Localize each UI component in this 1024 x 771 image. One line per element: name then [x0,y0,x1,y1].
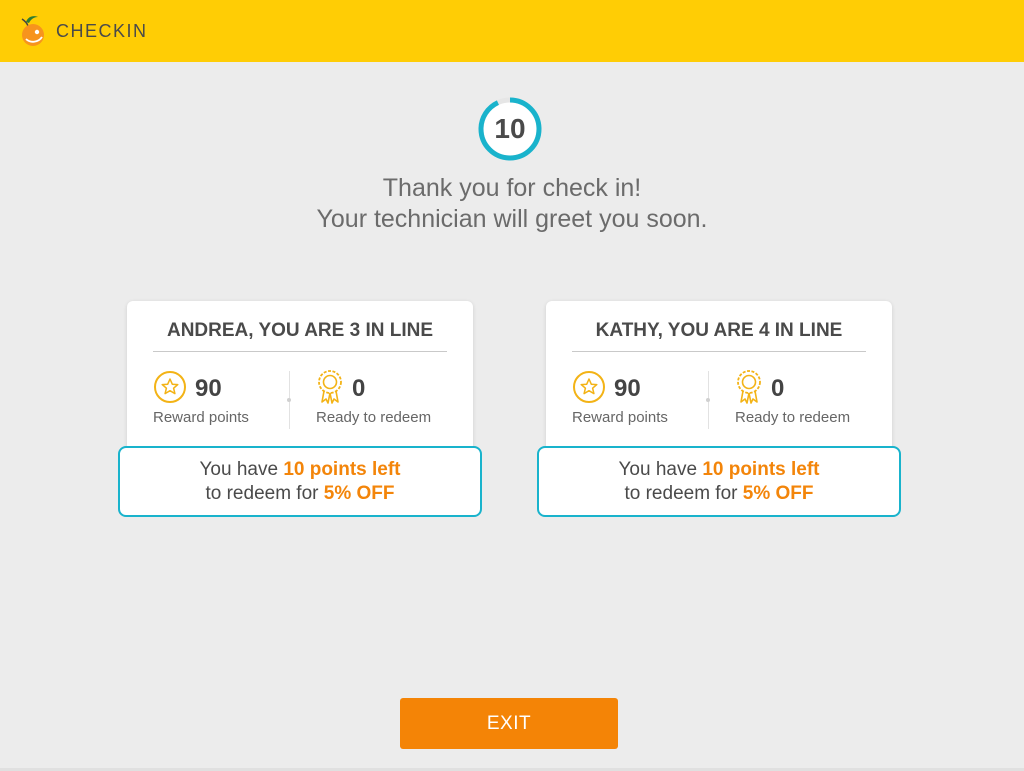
orange-fruit-icon [16,13,50,49]
discount-highlight: 5% OFF [323,483,395,504]
message-line-1: Thank you for check in! [382,174,642,202]
points-left-highlight: 10 points left [283,459,401,480]
star-badge-icon [153,370,187,409]
promo-line-2: to redeem for 5% OFF [120,482,480,506]
queue-position-title: KATHY, YOU ARE 4 IN LINE [572,317,866,352]
reward-points-label: Reward points [572,409,668,426]
promo-prefix: You have [618,459,703,480]
ready-to-redeem-stat: 0 Ready to redeem [316,369,432,426]
app-title: CHECKIN [56,20,148,41]
message-line-2: Your technician will greet you soon. [316,205,708,233]
redeem-label: Ready to redeem [735,409,851,426]
countdown-value: 10 [494,113,526,144]
divider-dot [287,398,291,402]
queue-position-title: ANDREA, YOU ARE 3 IN LINE [153,317,447,352]
points-promo-kathy: You have 10 points left to redeem for 5%… [537,446,901,517]
promo-line-1: You have 10 points left [539,458,899,482]
promo-middle: to redeem for [205,483,324,504]
promo-line-1: You have 10 points left [120,458,480,482]
redeem-count-value: 0 [771,375,785,402]
redeem-count-value: 0 [352,375,366,402]
award-ribbon-icon [316,369,344,410]
reward-points-value: 90 [614,375,641,402]
discount-highlight: 5% OFF [742,483,814,504]
divider-dot [706,398,710,402]
points-promo-andrea: You have 10 points left to redeem for 5%… [118,446,482,517]
customer-card-andrea: ANDREA, YOU ARE 3 IN LINE 90 Reward poin… [127,301,473,451]
app-header: CHECKIN [0,0,1024,62]
points-left-highlight: 10 points left [702,459,820,480]
countdown-timer: 10 [477,96,543,162]
promo-line-2: to redeem for 5% OFF [539,482,899,506]
customer-card-kathy: KATHY, YOU ARE 4 IN LINE 90 Reward point… [546,301,892,451]
reward-points-label: Reward points [153,409,249,426]
promo-prefix: You have [199,459,284,480]
reward-points-stat: 90 Reward points [153,370,249,426]
ready-to-redeem-stat: 0 Ready to redeem [735,369,851,426]
award-ribbon-icon [735,369,763,410]
reward-points-value: 90 [195,375,222,402]
exit-button[interactable]: EXIT [400,698,618,749]
star-badge-icon [572,370,606,409]
promo-middle: to redeem for [624,483,743,504]
redeem-label: Ready to redeem [316,409,432,426]
checkin-message: Thank you for check in! Your technician … [0,173,1024,235]
reward-points-stat: 90 Reward points [572,370,668,426]
